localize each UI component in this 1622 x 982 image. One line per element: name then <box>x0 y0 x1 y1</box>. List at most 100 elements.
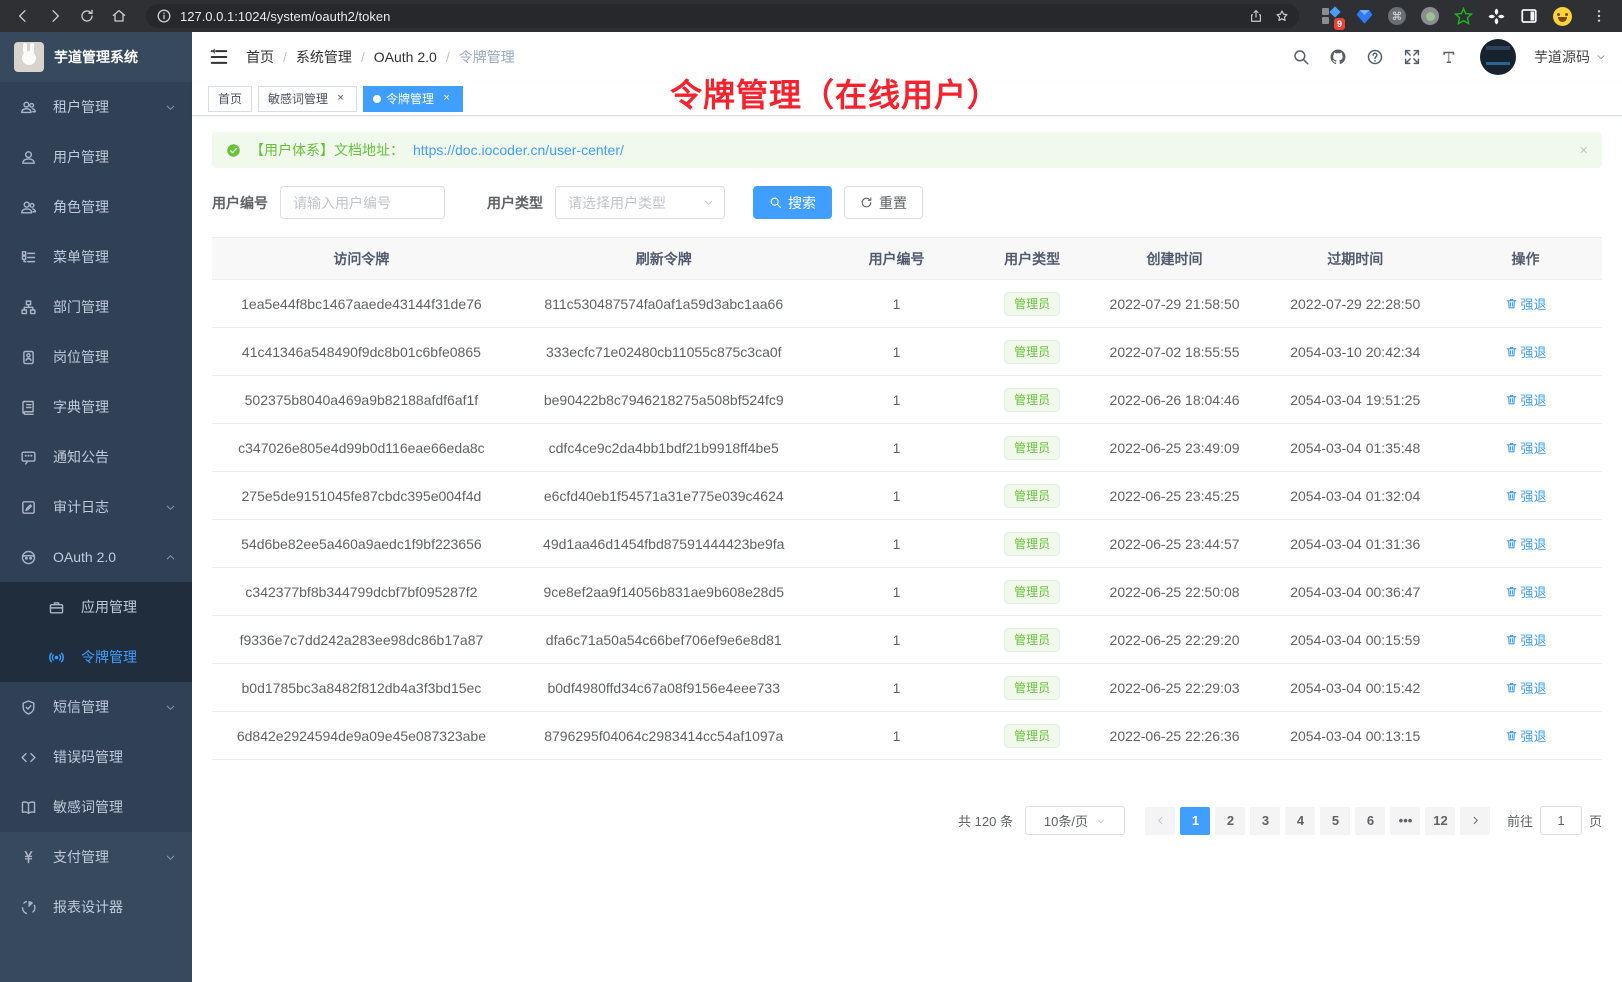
user-type-select[interactable]: 请选择用户类型 <box>555 186 725 219</box>
sidebar-extension-icon[interactable] <box>1519 6 1539 26</box>
sidebar-item-label: 岗位管理 <box>53 347 109 367</box>
goto-page-input[interactable] <box>1540 806 1582 835</box>
page-number-button[interactable]: 2 <box>1215 807 1245 835</box>
sidebar-item[interactable]: 通知公告 <box>0 432 192 482</box>
action-cell: 强退 <box>1449 328 1602 376</box>
user-type-badge: 管理员 <box>1004 532 1060 556</box>
sidebar-item[interactable]: 用户管理 <box>0 132 192 182</box>
url-text[interactable]: 127.0.0.1:1024/system/oauth2/token <box>180 9 390 24</box>
logo-bar[interactable]: 芋道管理系统 <box>0 32 192 82</box>
breadcrumb-item[interactable]: 首页 <box>246 47 274 67</box>
sidebar-item[interactable]: 字典管理 <box>0 382 192 432</box>
prev-page-button[interactable] <box>1145 807 1175 835</box>
sidebar-item[interactable]: 租户管理 <box>0 82 192 132</box>
reload-icon[interactable] <box>74 3 100 29</box>
sidebar-item[interactable]: 审计日志 <box>0 482 192 532</box>
alert-close-icon[interactable]: × <box>1579 142 1588 159</box>
sidebar-menu: 租户管理用户管理角色管理菜单管理部门管理岗位管理字典管理通知公告审计日志OAut… <box>0 82 192 832</box>
page-number-button[interactable]: 1 <box>1180 807 1210 835</box>
force-logout-button[interactable]: 强退 <box>1505 630 1547 649</box>
page-number-button[interactable]: 12 <box>1425 807 1455 835</box>
user-id-label: 用户编号 <box>212 193 268 213</box>
force-logout-button[interactable]: 强退 <box>1505 726 1547 745</box>
sidebar-item[interactable]: 角色管理 <box>0 182 192 232</box>
force-logout-label: 强退 <box>1521 486 1547 505</box>
sidebar-item[interactable]: 岗位管理 <box>0 332 192 382</box>
font-size-icon[interactable] <box>1439 48 1458 67</box>
created-time-cell: 2022-06-26 18:04:46 <box>1088 376 1262 424</box>
bookmark-star-icon[interactable] <box>1275 9 1289 23</box>
action-cell: 强退 <box>1449 376 1602 424</box>
table-row: 41c41346a548490f9dc8b01c6bfe0865333ecfc7… <box>212 328 1602 376</box>
green-star-extension-icon[interactable] <box>1453 6 1473 26</box>
page-number-button[interactable]: 6 <box>1355 807 1385 835</box>
sidebar-item[interactable]: 报表设计器 <box>0 882 192 932</box>
home-icon[interactable] <box>106 3 132 29</box>
share-icon[interactable] <box>1249 9 1263 23</box>
total-count: 共 120 条 <box>958 811 1013 830</box>
fullscreen-icon[interactable] <box>1402 48 1421 67</box>
help-icon[interactable] <box>1365 48 1384 67</box>
force-logout-button[interactable]: 强退 <box>1505 486 1547 505</box>
pinwheel-extension-icon[interactable] <box>1486 6 1506 26</box>
user-id-input[interactable] <box>280 186 445 219</box>
next-page-button[interactable] <box>1460 807 1490 835</box>
force-logout-button[interactable]: 强退 <box>1505 534 1547 553</box>
sidebar-item[interactable]: 令牌管理 <box>0 632 192 682</box>
sidebar-item[interactable]: 菜单管理 <box>0 232 192 282</box>
page-size-select[interactable]: 10条/页 <box>1025 806 1125 835</box>
tab-close-icon[interactable]: × <box>334 92 347 105</box>
recorder-extension-icon[interactable] <box>1420 6 1440 26</box>
force-logout-button[interactable]: 强退 <box>1505 294 1547 313</box>
site-info-icon[interactable] <box>156 8 172 24</box>
force-logout-button[interactable]: 强退 <box>1505 342 1547 361</box>
force-logout-button[interactable]: 强退 <box>1505 438 1547 457</box>
oauth-icon <box>20 549 37 566</box>
expire-time-cell: 2054-03-04 00:15:42 <box>1261 664 1449 712</box>
avatar[interactable] <box>1480 39 1516 75</box>
user-id-cell: 1 <box>817 520 977 568</box>
view-tab[interactable]: 敏感词管理× <box>258 86 357 112</box>
address-bar[interactable]: 127.0.0.1:1024/system/oauth2/token <box>146 4 1299 28</box>
breadcrumb-item[interactable]: 系统管理 <box>296 47 352 67</box>
view-tab[interactable]: 首页 <box>208 86 252 112</box>
reset-button[interactable]: 重置 <box>844 186 923 219</box>
sidebar-item[interactable]: 短信管理 <box>0 682 192 732</box>
chevron-down-icon <box>165 102 176 113</box>
view-tab[interactable]: 令牌管理× <box>363 86 463 112</box>
sidebar-item[interactable]: 部门管理 <box>0 282 192 332</box>
tab-close-icon[interactable]: × <box>440 92 453 105</box>
gem-extension-icon[interactable] <box>1354 6 1374 26</box>
breadcrumb-item[interactable]: OAuth 2.0 <box>374 49 437 65</box>
search-button[interactable]: 搜索 <box>753 186 832 219</box>
github-icon[interactable] <box>1328 48 1347 67</box>
back-icon[interactable] <box>10 3 36 29</box>
user-type-badge: 管理员 <box>1004 724 1060 748</box>
sidebar-item[interactable]: 应用管理 <box>0 582 192 632</box>
forward-icon[interactable] <box>42 3 68 29</box>
sidebar-item[interactable]: 支付管理 <box>0 832 192 882</box>
search-icon[interactable] <box>1291 48 1310 67</box>
sidebar-bottom: 支付管理报表设计器 <box>0 832 192 982</box>
page-ellipsis-button[interactable]: ••• <box>1390 807 1420 835</box>
force-logout-button[interactable]: 强退 <box>1505 390 1547 409</box>
sidebar-item[interactable]: 敏感词管理 <box>0 782 192 832</box>
sidebar-item[interactable]: 错误码管理 <box>0 732 192 782</box>
alert-doc-link[interactable]: https://doc.iocoder.cn/user-center/ <box>413 142 624 158</box>
dict-icon <box>20 399 37 416</box>
user-menu[interactable]: 芋道源码 <box>1534 47 1606 67</box>
sidebar-item[interactable]: OAuth 2.0 <box>0 532 192 582</box>
extension-blocks-icon[interactable]: 9 <box>1321 6 1341 26</box>
force-logout-label: 强退 <box>1521 630 1547 649</box>
chrome-menu-icon[interactable] <box>1586 3 1612 29</box>
page-number-button[interactable]: 3 <box>1250 807 1280 835</box>
command-extension-icon[interactable]: ⌘ <box>1387 6 1407 26</box>
force-logout-button[interactable]: 强退 <box>1505 582 1547 601</box>
page-number-button[interactable]: 5 <box>1320 807 1350 835</box>
force-logout-button[interactable]: 强退 <box>1505 678 1547 697</box>
collapse-sidebar-icon[interactable] <box>208 46 230 68</box>
emoji-extension-icon[interactable] <box>1552 6 1572 26</box>
breadcrumb-separator: / <box>283 49 287 65</box>
page-number-button[interactable]: 4 <box>1285 807 1315 835</box>
browser-chrome: 127.0.0.1:1024/system/oauth2/token 9 ⌘ <box>0 0 1622 32</box>
